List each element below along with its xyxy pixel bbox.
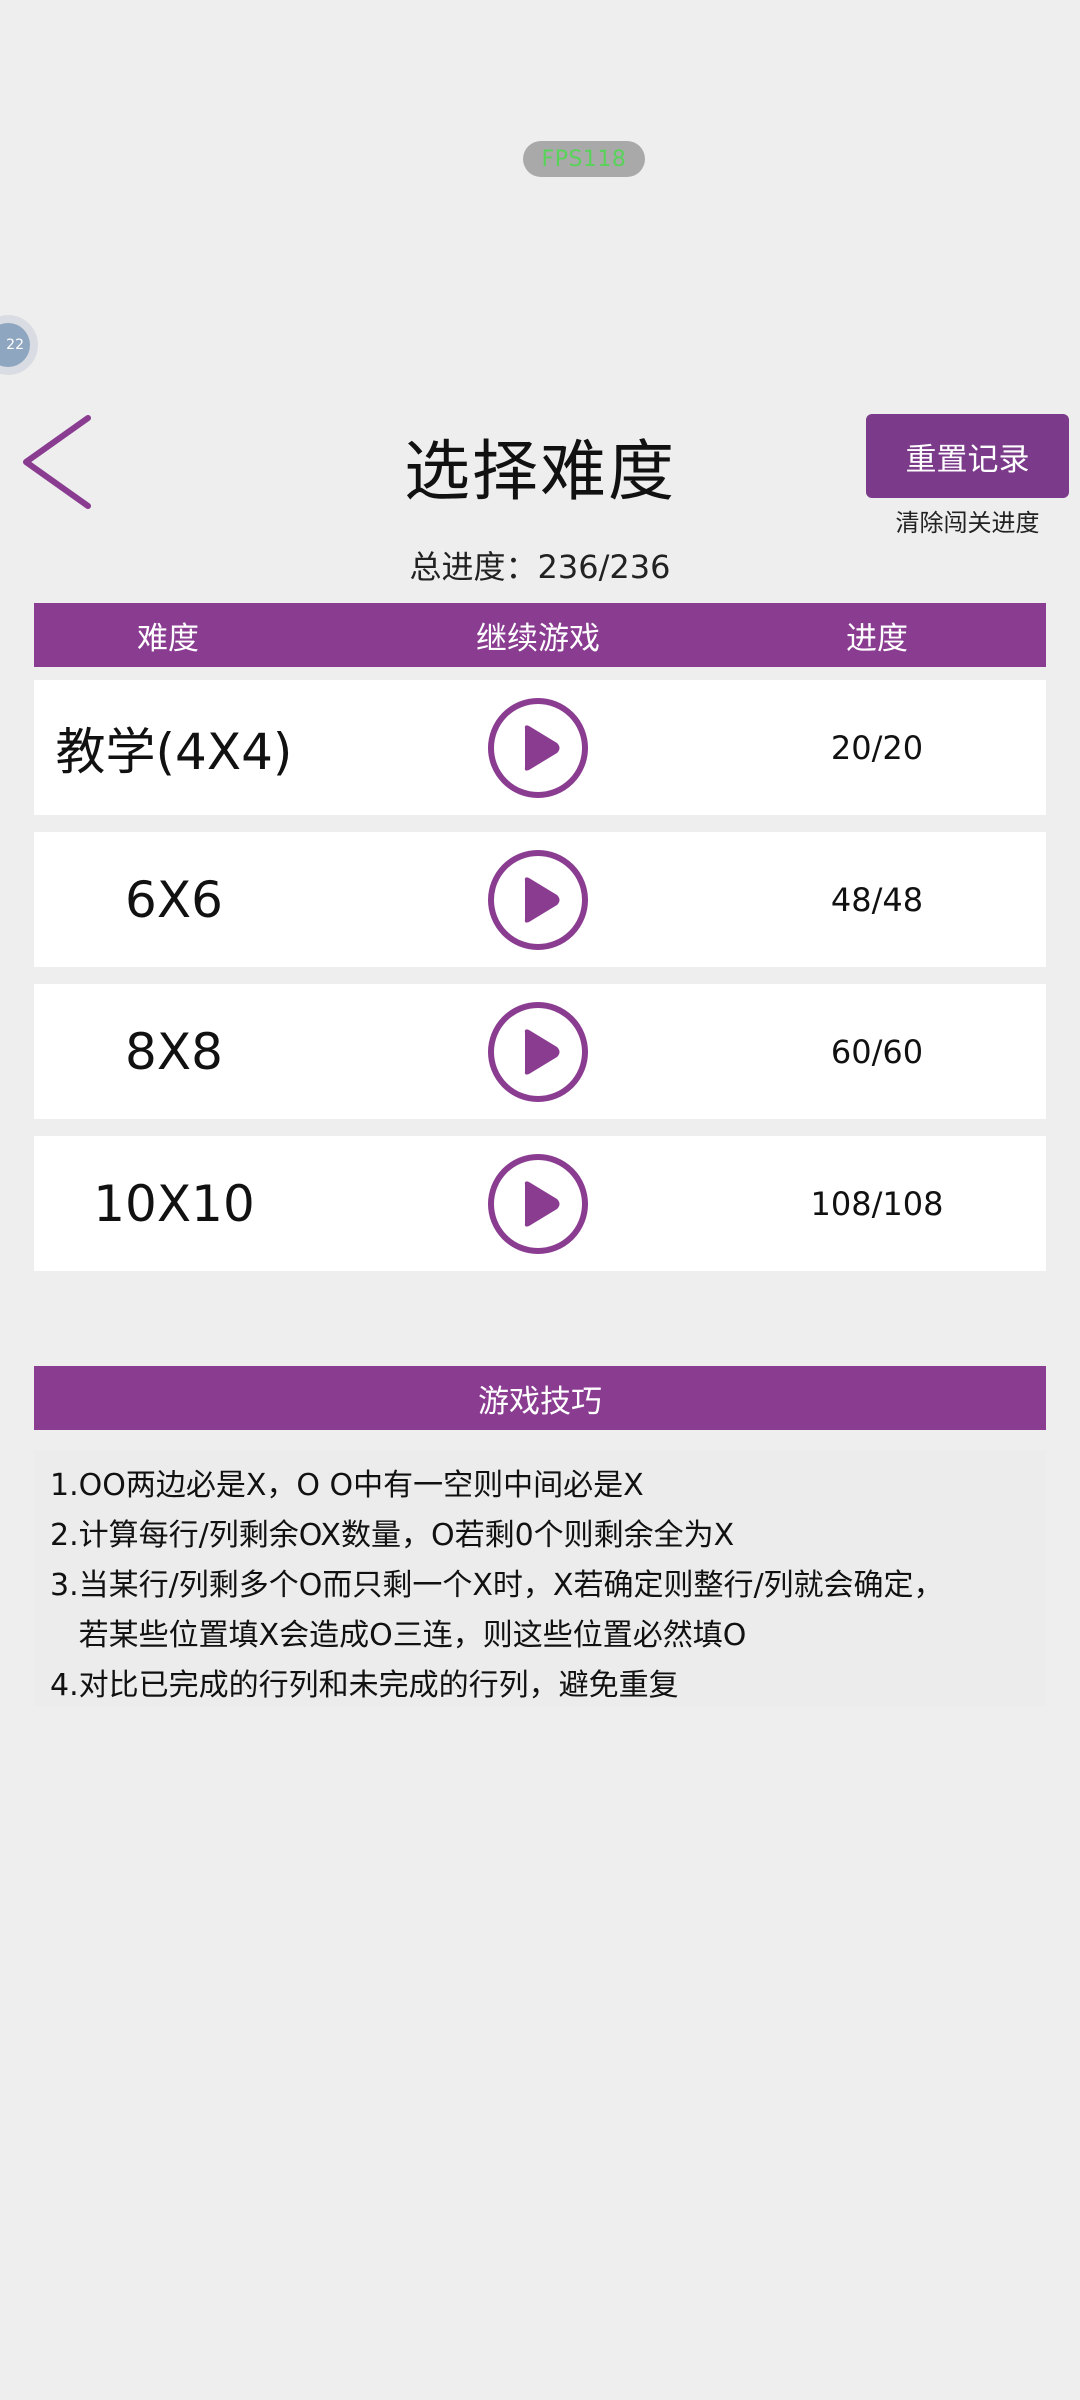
header-progress: 进度 [846,620,908,657]
difficulty-name: 10X10 [93,1174,255,1233]
difficulty-row-10x10: 10X10 108/108 [34,1136,1046,1271]
tip-line: 4.对比已完成的行列和未完成的行列，避免重复 [50,1668,679,1703]
difficulty-row-4x4: 教学(4X4) 20/20 [34,680,1046,815]
difficulty-progress: 108/108 [810,1184,944,1223]
difficulty-table-header: 难度 继续游戏 进度 [34,603,1046,667]
difficulty-name: 8X8 [125,1022,223,1081]
tip-line: 若某些位置填X会造成O三连，则这些位置必然填O [50,1618,747,1653]
play-button-icon[interactable] [487,1001,589,1103]
reset-hint-text: 清除闯关进度 [895,509,1040,537]
play-button-icon[interactable] [487,697,589,799]
tip-line: 2.计算每行/列剩余OX数量，O若剩0个则剩余全为X [50,1518,735,1553]
tips-panel: 1.OO两边必是X，O O中有一空则中间必是X 2.计算每行/列剩余OX数量，O… [34,1450,1046,1706]
floating-assist-bubble[interactable]: 22 [0,315,38,375]
total-progress: 总进度：236/236 [409,548,671,586]
floating-bubble-label: 22 [0,323,30,367]
header-continue: 继续游戏 [476,620,600,657]
difficulty-progress: 60/60 [830,1032,924,1071]
tip-line: 3.当某行/列剩多个O而只剩一个X时，X若确定则整行/列就会确定， [50,1568,944,1603]
difficulty-name: 教学(4X4) [55,722,293,781]
difficulty-row-8x8: 8X8 60/60 [34,984,1046,1119]
difficulty-row-6x6: 6X6 48/48 [34,832,1046,967]
play-button-icon[interactable] [487,1153,589,1255]
header-difficulty: 难度 [137,620,199,657]
difficulty-name: 6X6 [125,870,223,929]
fps-badge: FPS118 [523,141,645,177]
tips-header: 游戏技巧 [34,1366,1046,1430]
reset-records-button[interactable]: 重置记录 [866,414,1069,498]
difficulty-progress: 48/48 [830,880,924,919]
difficulty-progress: 20/20 [830,728,924,767]
play-button-icon[interactable] [487,849,589,951]
tip-line: 1.OO两边必是X，O O中有一空则中间必是X [50,1468,644,1503]
